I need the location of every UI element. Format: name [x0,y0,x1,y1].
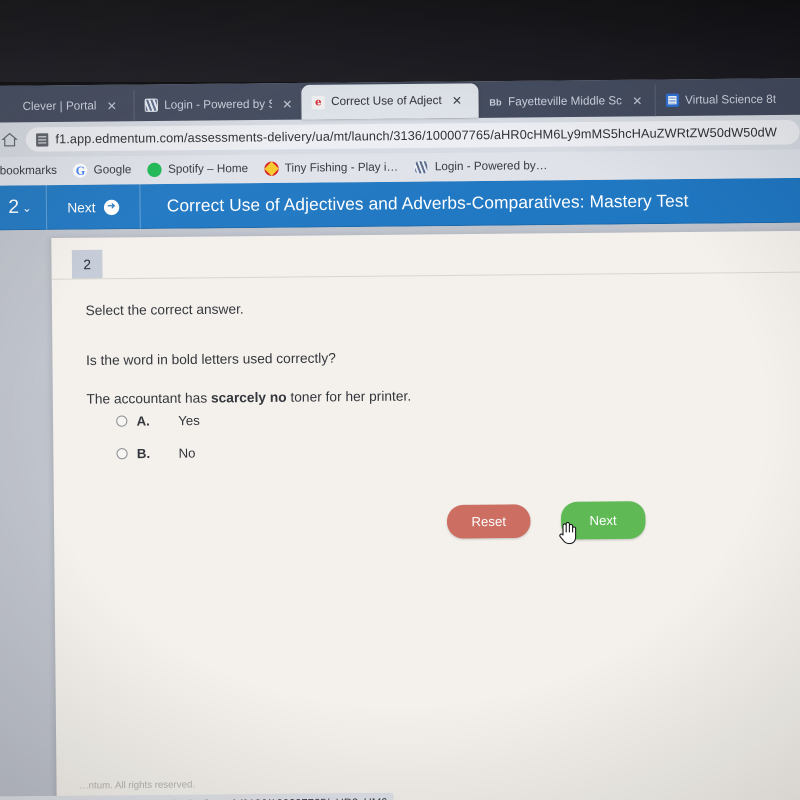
photographed-screen: Clever | Portal ✕ Login - Powered by S ✕… [0,0,800,800]
tiny-fishing-icon [264,161,279,176]
next-button[interactable]: Next [560,501,646,540]
arrow-right-icon: ➜ [103,199,120,215]
google-icon: G [73,163,88,178]
spotify-icon [147,162,163,178]
tab-title: Virtual Science 8t [685,93,777,107]
close-icon[interactable]: ✕ [282,97,292,111]
page-title: Correct Use of Adjectives and Adverbs-Co… [166,191,689,216]
bookmark-label: Google [93,163,132,177]
browser-tab-virtual-science[interactable]: ▤ Virtual Science 8t [655,83,800,117]
browser-tab-login[interactable]: Login - Powered by S ✕ [134,88,302,122]
tab-title: Login - Powered by S [164,97,273,112]
contact-card-icon: ▤ [665,93,680,107]
bookmark-label: Spotify – Home [168,162,249,176]
question-navigator-dropdown[interactable]: 2 ⌄ [0,185,48,231]
copyright-text: …ntum. All rights reserved. [78,779,196,792]
assessment-workspace: 2 Select the correct answer. Is the word… [0,222,800,800]
tab-title: Clever | Portal [22,99,97,113]
browser-tab-fayetteville-middle-school[interactable]: Bb Fayetteville Middle Sc ✕ [478,84,656,118]
question-card: 2 Select the correct answer. Is the word… [51,230,800,800]
current-question-number: 2 [8,196,20,219]
chevron-down-icon: ⌄ [22,202,32,215]
bookmark-label: Tiny Fishing - Play i… [284,161,399,175]
option-text: No [178,444,196,461]
answer-options-list: A. Yes B. No [116,404,200,470]
blackboard-icon: Bb [489,96,502,108]
striped-logo-icon [144,98,159,112]
radio-button-b[interactable] [116,447,128,459]
browser-tab-clever-portal[interactable]: Clever | Portal ✕ [0,89,135,123]
reset-button[interactable]: Reset [446,504,531,539]
divider [51,271,800,280]
web-page-viewport: 2 ⌄ Next ➜ Correct Use of Adjectives and… [0,177,800,800]
tab-title: Correct Use of Adject [331,94,442,109]
next-label: Next [67,199,96,215]
sentence-after: toner for her printer. [286,388,412,405]
bookmark-tiny-fishing[interactable]: Tiny Fishing - Play i… [264,160,398,176]
option-text: Yes [178,412,200,428]
radio-button-a[interactable] [116,414,128,427]
monitor-bezel [0,0,800,82]
answer-option-b[interactable]: B. No [116,436,200,469]
bookmark-google[interactable]: G Google [73,163,131,178]
close-icon[interactable]: ✕ [452,94,462,108]
bookmarks-folder-label[interactable]: bookmarks [0,165,57,178]
tab-title: Fayetteville Middle Sc [508,94,623,108]
next-question-button-top[interactable]: Next ➜ [46,184,141,230]
home-icon[interactable] [1,131,18,147]
browser-tab-correct-use-of-adjectives[interactable]: e Correct Use of Adject ✕ [301,83,479,120]
bookmark-label: Login - Powered by… [434,159,548,174]
url-text: f1.app.edmentum.com/assessments-delivery… [55,125,777,147]
question-prompt: Is the word in bold letters used correct… [85,349,336,368]
edmentum-icon: e [311,95,326,109]
bookmark-login[interactable]: Login - Powered by… [414,159,547,175]
none-icon [3,100,16,113]
tab-strip: Clever | Portal ✕ Login - Powered by S ✕… [0,78,800,123]
url-input[interactable]: f1.app.edmentum.com/assessments-delivery… [25,119,800,152]
question-instruction: Select the correct answer. [85,301,244,319]
bookmark-spotify[interactable]: Spotify – Home [147,162,249,178]
question-body: Select the correct answer. Is the word i… [85,294,779,409]
chrome-browser-window: Clever | Portal ✕ Login - Powered by S ✕… [0,78,800,800]
answer-option-a[interactable]: A. Yes [116,404,200,437]
action-button-row: Reset Next [446,501,646,541]
question-number-badge: 2 [71,249,103,279]
close-icon[interactable]: ✕ [632,93,642,107]
assessment-app-bar: 2 ⌄ Next ➜ Correct Use of Adjectives and… [0,177,800,231]
bookmarks-label: bookmarks [0,164,58,178]
page-document-icon [36,132,49,147]
option-letter: B. [136,445,151,461]
close-icon[interactable]: ✕ [107,98,117,112]
striped-logo-icon [414,160,429,175]
option-letter: A. [136,412,150,429]
sentence-bold-word: scarcely no [210,389,287,406]
